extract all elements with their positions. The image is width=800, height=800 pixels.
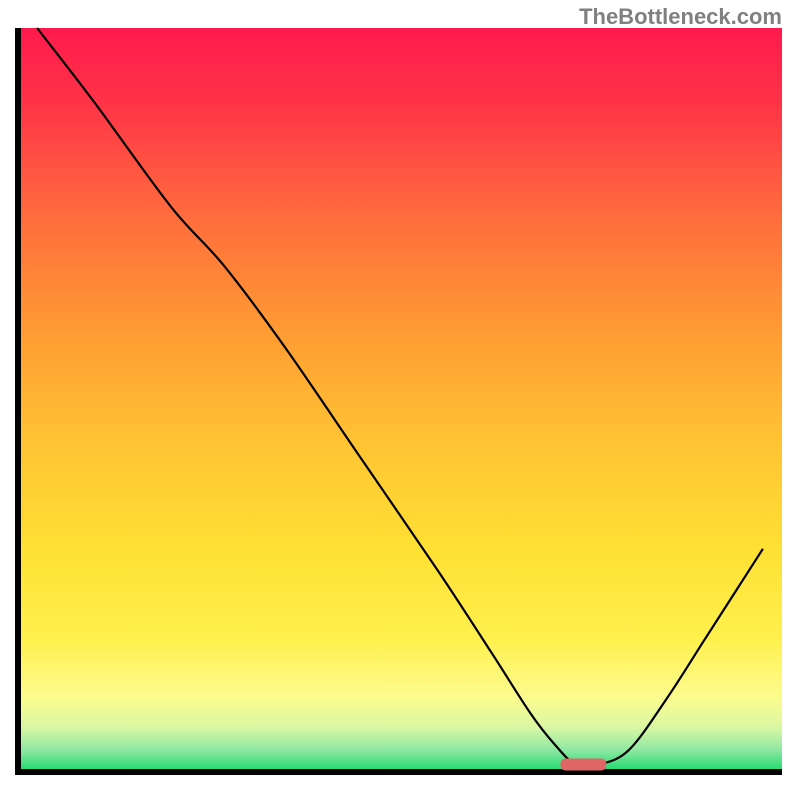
watermark-text: TheBottleneck.com — [579, 4, 782, 30]
chart-container: TheBottleneck.com — [0, 0, 800, 800]
plot-background — [18, 28, 782, 772]
optimal-marker — [560, 759, 606, 771]
bottleneck-chart — [0, 0, 800, 800]
